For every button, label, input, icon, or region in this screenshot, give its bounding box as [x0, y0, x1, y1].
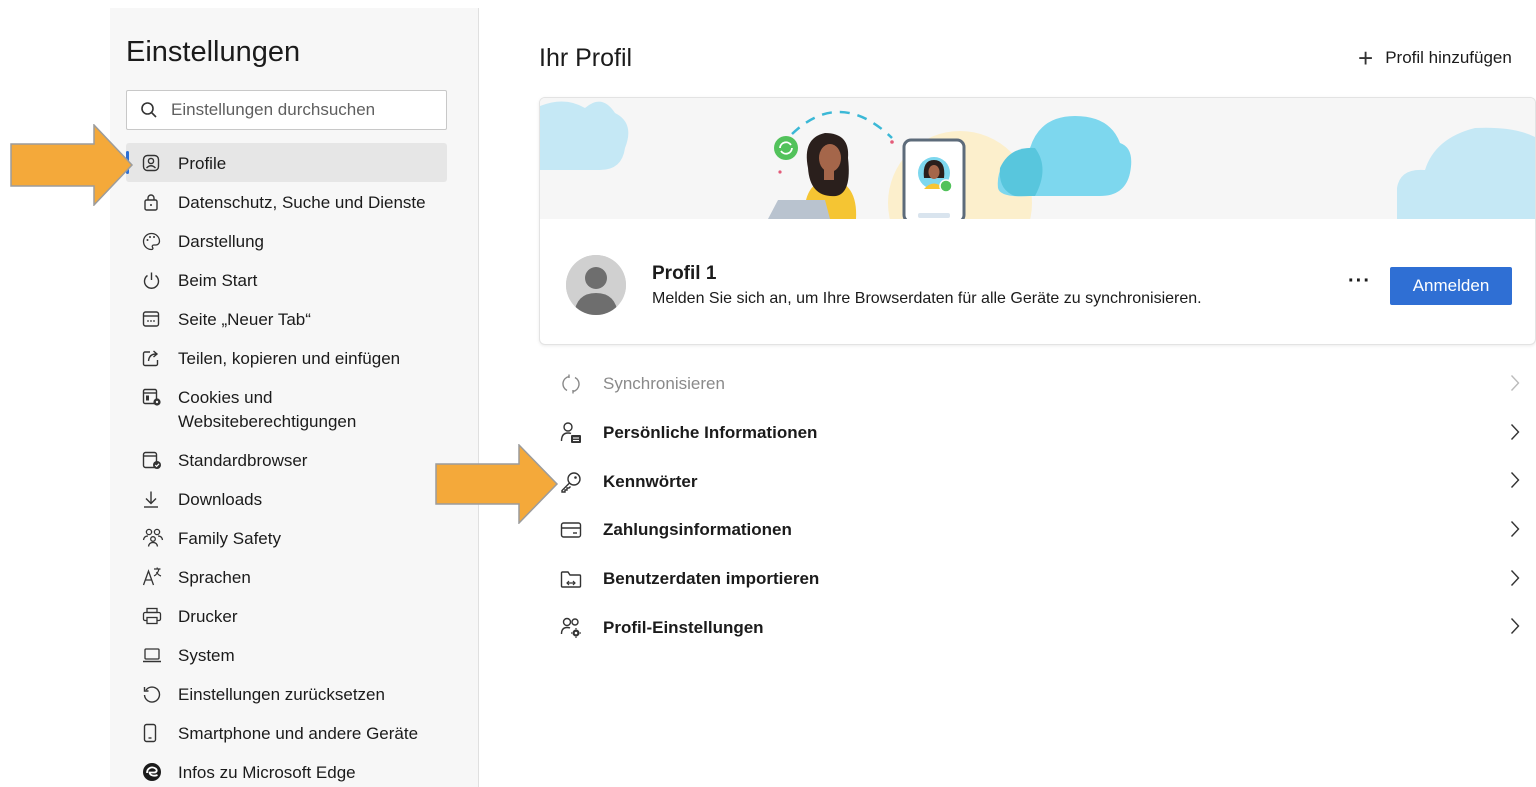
row-import-data[interactable]: Benutzerdaten importieren — [539, 555, 1536, 604]
sidebar-item-family-safety[interactable]: Family Safety — [126, 518, 447, 557]
profile-settings-icon — [539, 617, 603, 639]
sidebar-item-about-edge[interactable]: Infos zu Microsoft Edge — [126, 752, 447, 787]
family-icon — [142, 527, 178, 549]
sidebar-item-privacy[interactable]: Datenschutz, Suche und Dienste — [126, 182, 447, 221]
add-profile-label: Profil hinzufügen — [1385, 48, 1512, 67]
row-profile-settings[interactable]: Profil-Einstellungen — [539, 603, 1536, 652]
add-profile-button[interactable]: + Profil hinzufügen — [1358, 43, 1512, 73]
sidebar-item-reset[interactable]: Einstellungen zurücksetzen — [126, 674, 447, 713]
default-browser-icon — [142, 449, 178, 471]
sidebar-title: Einstellungen — [126, 36, 301, 68]
palette-icon — [142, 230, 178, 252]
profile-name: Profil 1 — [652, 263, 717, 284]
sidebar-item-label: Downloads — [178, 490, 263, 509]
sidebar-item-label: Einstellungen zurücksetzen — [178, 685, 385, 704]
import-icon — [539, 569, 603, 589]
profile-card: Profil 1 Melden Sie sich an, um Ihre Bro… — [539, 97, 1536, 345]
row-label: Benutzerdaten importieren — [603, 569, 820, 589]
sidebar-item-label: Darstellung — [178, 232, 264, 251]
reset-icon — [142, 683, 178, 705]
page-title: Ihr Profil — [539, 44, 633, 72]
chevron-right-icon — [1510, 617, 1520, 640]
profile-banner-illustration — [540, 98, 1535, 275]
sidebar-item-languages[interactable]: Sprachen — [126, 557, 447, 596]
chevron-right-icon — [1510, 569, 1520, 592]
sidebar-item-label: Cookies und Websiteberechtigungen — [178, 388, 357, 431]
phone-icon — [142, 722, 178, 744]
signin-button[interactable]: Anmelden — [1390, 267, 1512, 305]
share-icon — [142, 347, 178, 369]
chevron-right-icon — [1510, 423, 1520, 446]
profile-settings-list: Synchronisieren Persönliche Informatione… — [539, 360, 1536, 652]
sidebar-item-phone[interactable]: Smartphone und andere Geräte — [126, 713, 447, 752]
plus-icon: + — [1358, 43, 1374, 73]
chevron-right-icon — [1510, 471, 1520, 494]
download-icon — [142, 488, 178, 510]
row-label: Persönliche Informationen — [603, 423, 818, 443]
sidebar-item-label: Beim Start — [178, 271, 258, 290]
card-icon — [539, 521, 603, 539]
sidebar-item-label: Drucker — [178, 607, 238, 626]
row-label: Zahlungsinformationen — [603, 520, 792, 540]
sidebar-item-label: Datenschutz, Suche und Dienste — [178, 193, 426, 212]
settings-sidebar: Einstellungen Profile Datenschutz, Suche… — [110, 8, 479, 787]
sidebar-item-label: Infos zu Microsoft Edge — [178, 763, 356, 782]
sidebar-nav: Profile Datenschutz, Suche und Dienste D… — [126, 143, 447, 787]
sidebar-item-label: Family Safety — [178, 529, 281, 548]
sidebar-item-label: Profile — [178, 154, 227, 173]
sidebar-item-label: Smartphone und andere Geräte — [178, 724, 419, 743]
annotation-arrow-profile — [10, 124, 134, 206]
search-input[interactable] — [171, 100, 431, 120]
avatar — [566, 255, 626, 315]
sidebar-item-label: System — [178, 646, 235, 665]
sidebar-item-startup[interactable]: Beim Start — [126, 260, 447, 299]
sync-icon — [539, 374, 603, 394]
sidebar-item-label: Standardbrowser — [178, 451, 308, 470]
sidebar-item-system[interactable]: System — [126, 635, 447, 674]
profile-description: Melden Sie sich an, um Ihre Browserdaten… — [652, 290, 1202, 307]
sidebar-item-downloads[interactable]: Downloads — [126, 479, 447, 518]
sidebar-item-label: Seite „Neuer Tab“ — [178, 310, 311, 329]
profile-icon — [142, 152, 178, 174]
sidebar-item-profile[interactable]: Profile — [126, 143, 447, 182]
sidebar-item-default-browser[interactable]: Standardbrowser — [126, 440, 447, 479]
new-tab-icon — [142, 308, 178, 330]
sidebar-item-printers[interactable]: Drucker — [126, 596, 447, 635]
chevron-right-icon — [1510, 520, 1520, 543]
cookies-icon — [142, 386, 178, 408]
row-label: Profil-Einstellungen — [603, 617, 764, 637]
row-passwords[interactable]: Kennwörter — [539, 457, 1536, 506]
row-personal-info[interactable]: Persönliche Informationen — [539, 409, 1536, 458]
printer-icon — [142, 605, 178, 627]
sidebar-item-label: Teilen, kopieren und einfügen — [178, 349, 401, 368]
row-sync[interactable]: Synchronisieren — [539, 360, 1536, 409]
sidebar-item-new-tab[interactable]: Seite „Neuer Tab“ — [126, 299, 447, 338]
annotation-arrow-passwords — [435, 444, 559, 524]
row-payment-info[interactable]: Zahlungsinformationen — [539, 506, 1536, 555]
lock-icon — [142, 191, 178, 213]
sidebar-item-appearance[interactable]: Darstellung — [126, 221, 447, 260]
row-label: Synchronisieren — [603, 374, 725, 394]
sidebar-item-label: Sprachen — [178, 568, 251, 587]
language-icon — [142, 566, 178, 588]
laptop-icon — [142, 644, 178, 666]
chevron-right-icon — [1510, 374, 1520, 397]
edge-icon — [142, 761, 178, 783]
search-icon — [127, 101, 171, 119]
more-options-button[interactable]: ··· — [1348, 270, 1371, 293]
sidebar-item-cookies[interactable]: Cookies und Websiteberechtigungen — [126, 377, 447, 440]
sidebar-item-share[interactable]: Teilen, kopieren und einfügen — [126, 338, 447, 377]
personal-info-icon — [539, 422, 603, 444]
row-label: Kennwörter — [603, 471, 698, 491]
search-box[interactable] — [126, 90, 447, 130]
power-icon — [142, 269, 178, 291]
